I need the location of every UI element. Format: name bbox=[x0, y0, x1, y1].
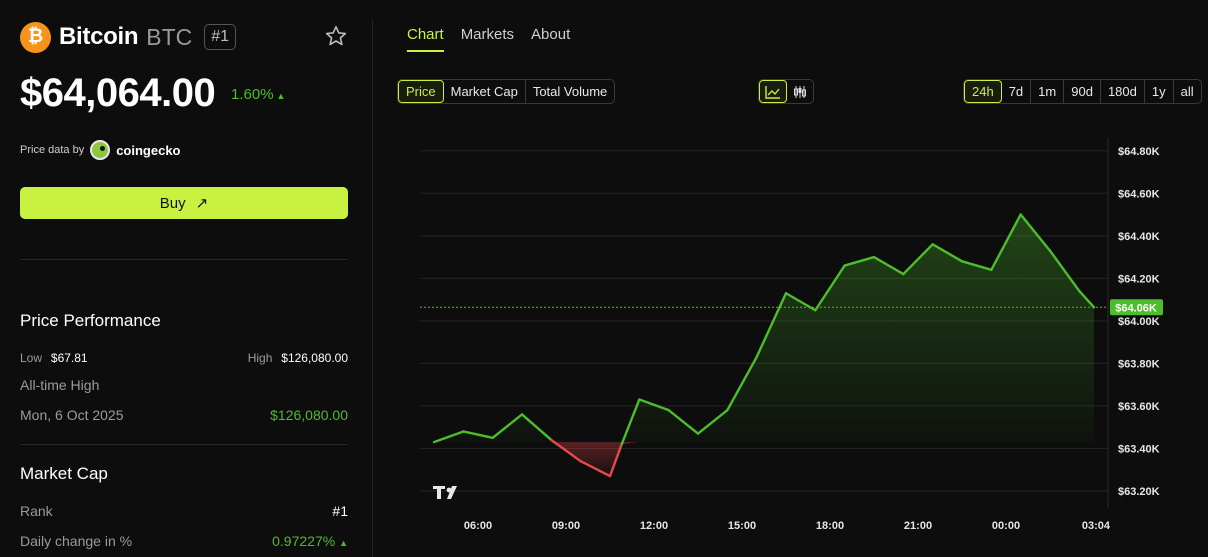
buy-label: Buy bbox=[159, 194, 186, 212]
y-tick-label: $63.40K bbox=[1118, 443, 1160, 455]
ath-row: All-time High bbox=[20, 377, 348, 393]
up-arrow-icon: ▲ bbox=[276, 91, 286, 101]
divider bbox=[20, 444, 348, 445]
high-value: $126,080.00 bbox=[281, 351, 348, 365]
tab-about[interactable]: About bbox=[531, 26, 570, 52]
chart-area bbox=[434, 214, 1094, 477]
main-tabs: Chart Markets About bbox=[407, 26, 570, 52]
x-tick-label: 12:00 bbox=[640, 520, 668, 532]
area-fill-down bbox=[434, 442, 1094, 477]
daily-change-row: Daily change in % 0.97227% ▲ bbox=[20, 533, 348, 549]
high-group: High $126,080.00 bbox=[248, 349, 348, 367]
high-label: High bbox=[247, 351, 273, 365]
daily-change-label: Daily change in % bbox=[20, 533, 133, 549]
low-value: $67.81 bbox=[50, 351, 88, 365]
y-tick-label: $64.00K bbox=[1118, 316, 1160, 328]
x-axis: 06:00 09:00 12:00 15:00 18:00 21:00 00:00 03:04 bbox=[464, 520, 1111, 532]
rank-value: #1 bbox=[332, 503, 348, 519]
current-price: $64,064.00 bbox=[20, 71, 216, 115]
x-tick-label: 00:00 bbox=[992, 520, 1020, 532]
rank-label: Rank bbox=[20, 503, 53, 519]
coingecko-logo-icon bbox=[90, 140, 111, 160]
price-source-name: coingecko bbox=[116, 142, 181, 158]
ath-label: All-time High bbox=[20, 377, 100, 393]
daily-change-value: 0.97227% bbox=[272, 533, 336, 549]
x-tick-label: 06:00 bbox=[464, 520, 492, 532]
buy-button[interactable]: Buy ↗ bbox=[20, 187, 348, 219]
y-tick-label: $63.20K bbox=[1118, 486, 1160, 498]
market-cap-title: Market Cap bbox=[20, 464, 108, 483]
range-1y-button[interactable]: 1y bbox=[1145, 80, 1174, 103]
y-axis: $63.20K $63.40K $63.60K $63.80K $64.00K $64.2… bbox=[1118, 146, 1160, 498]
x-tick-label: 18:00 bbox=[816, 520, 844, 532]
range-all-button[interactable]: all bbox=[1174, 80, 1201, 103]
rank-badge: #1 bbox=[204, 24, 237, 50]
price-performance-title: Price Performance bbox=[20, 311, 161, 330]
ath-date: Mon, 6 Oct 2025 bbox=[20, 407, 124, 423]
y-tick-label: $64.60K bbox=[1118, 188, 1160, 200]
y-tick-label: $63.60K bbox=[1118, 401, 1160, 413]
rank-row: Rank #1 bbox=[20, 503, 348, 519]
range-90d-button[interactable]: 90d bbox=[1064, 80, 1101, 103]
tab-chart[interactable]: Chart bbox=[407, 26, 444, 52]
price-change-value: 1.60% bbox=[231, 86, 274, 103]
panel-divider bbox=[372, 20, 373, 557]
x-tick-label: 21:00 bbox=[904, 520, 932, 532]
range-24h-button[interactable]: 24h bbox=[964, 80, 1002, 103]
watchlist-star-icon[interactable] bbox=[324, 24, 348, 48]
area-fill-up bbox=[434, 214, 1094, 443]
y-tick-label: $64.80K bbox=[1118, 146, 1160, 158]
x-tick-label: 09:00 bbox=[552, 520, 580, 532]
coin-symbol: BTC bbox=[146, 23, 193, 50]
line-chart-icon[interactable] bbox=[759, 80, 787, 103]
external-arrow-icon: ↗ bbox=[195, 195, 209, 212]
range-toggle: 24h 7d 1m 90d 180d 1y all bbox=[963, 79, 1202, 104]
price-source-label: Price data by bbox=[20, 144, 85, 156]
x-tick-label: 15:00 bbox=[728, 520, 756, 532]
total-volume-metric-button[interactable]: Total Volume bbox=[526, 80, 614, 103]
tab-markets[interactable]: Markets bbox=[461, 26, 514, 52]
range-1m-button[interactable]: 1m bbox=[1031, 80, 1065, 103]
price-change: 1.60% ▲ bbox=[231, 86, 285, 103]
y-tick-label: $63.80K bbox=[1118, 358, 1160, 370]
low-label: Low bbox=[20, 351, 43, 365]
market-cap-metric-button[interactable]: Market Cap bbox=[444, 80, 526, 103]
range-7d-button[interactable]: 7d bbox=[1002, 80, 1032, 103]
daily-change-group: 0.97227% ▲ bbox=[272, 533, 348, 549]
price-source[interactable]: Price data by coingecko bbox=[20, 140, 181, 160]
price-chart[interactable]: $63.20K $63.40K $63.60K $63.80K $64.00K $64.2… bbox=[420, 130, 1208, 550]
ath-value: $126,080.00 bbox=[270, 407, 348, 423]
coin-name: Bitcoin bbox=[59, 23, 139, 50]
ath-detail-row: Mon, 6 Oct 2025 $126,080.00 bbox=[20, 407, 348, 423]
low-high-row: Low $67.81 High $126,080.00 bbox=[20, 349, 348, 367]
y-tick-label: $64.20K bbox=[1118, 273, 1160, 285]
range-180d-button[interactable]: 180d bbox=[1101, 80, 1145, 103]
price-metric-button[interactable]: Price bbox=[398, 80, 444, 103]
x-tick-label: 03:04 bbox=[1082, 520, 1111, 532]
coin-header: ₿ Bitcoin BTC #1 bbox=[20, 20, 237, 54]
chart-type-toggle bbox=[758, 79, 814, 104]
bitcoin-logo-icon: ₿ bbox=[20, 21, 51, 53]
metric-toggle: Price Market Cap Total Volume bbox=[397, 79, 616, 104]
tradingview-logo-icon bbox=[433, 486, 457, 499]
coin-summary-panel: ₿ Bitcoin BTC #1 $64,064.00 1.60% ▲ Price… bbox=[0, 0, 372, 557]
current-price-label: $64.06K bbox=[1115, 302, 1157, 314]
low-group: Low $67.81 bbox=[20, 349, 88, 367]
up-arrow-icon: ▲ bbox=[339, 538, 348, 548]
candlestick-icon[interactable] bbox=[787, 80, 813, 103]
divider bbox=[20, 259, 348, 260]
y-tick-label: $64.40K bbox=[1118, 231, 1160, 243]
